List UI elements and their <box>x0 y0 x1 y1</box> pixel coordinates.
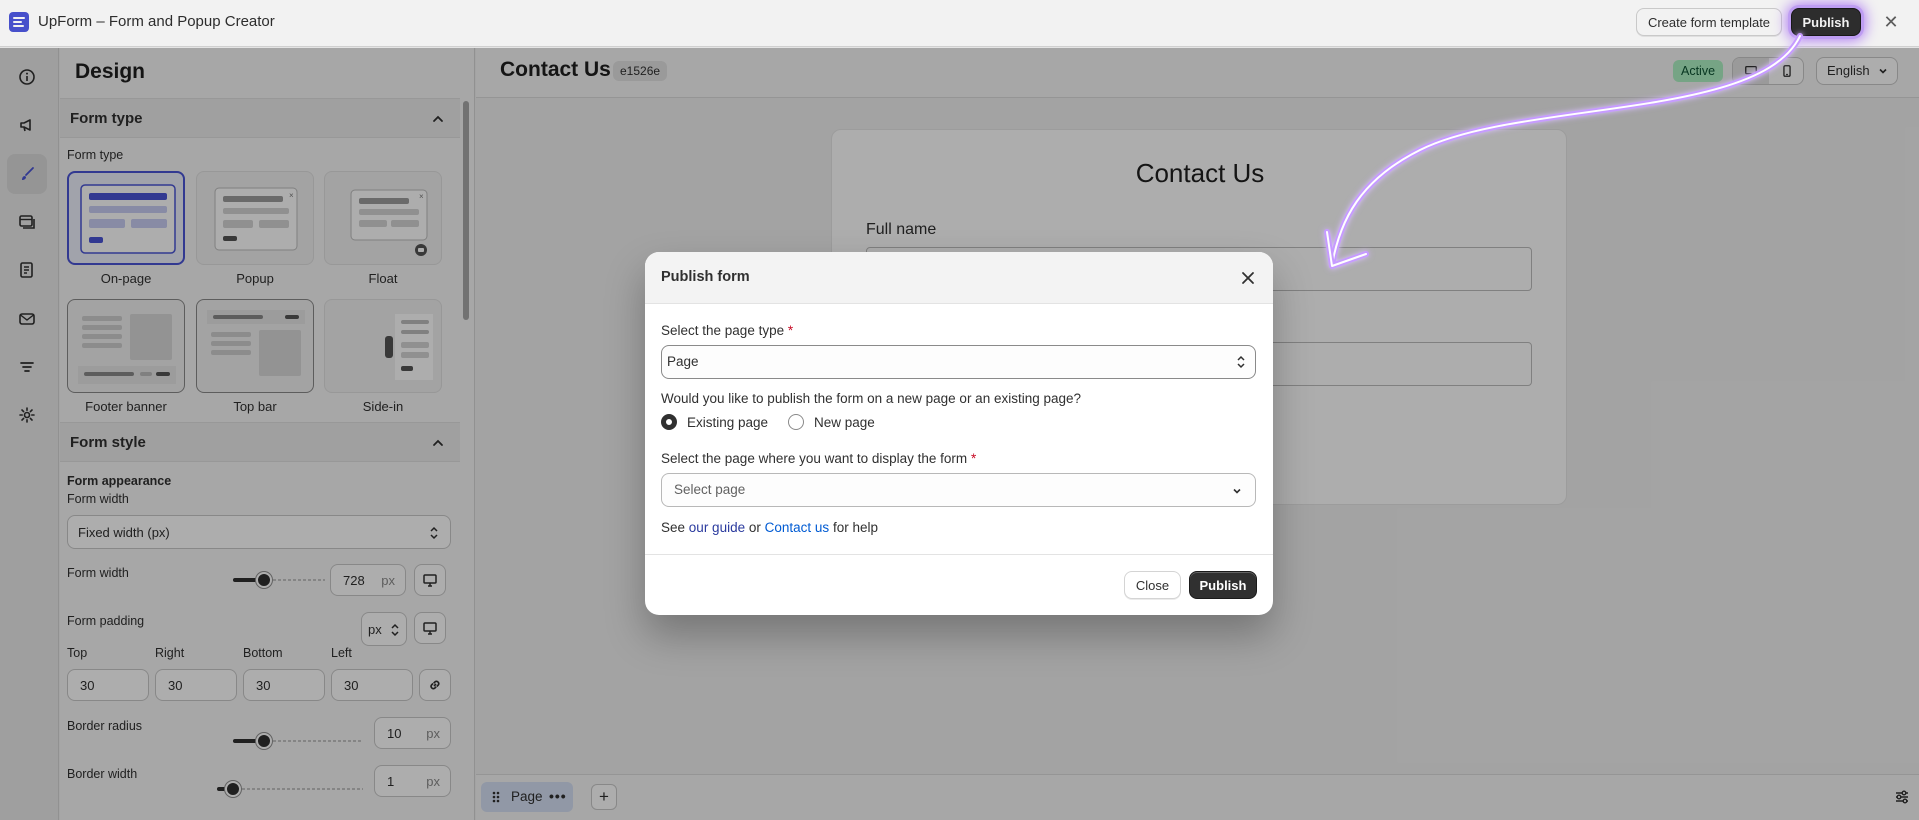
help-or: or <box>748 520 761 535</box>
help-prefix: See <box>661 520 686 535</box>
page-type-value: Page <box>667 354 699 369</box>
required-mark: * <box>970 451 977 466</box>
dialog-title: Publish form <box>661 269 750 285</box>
target-page-placeholder: Select page <box>674 482 746 497</box>
chevron-down-icon <box>1233 488 1241 494</box>
new-page-radio[interactable] <box>788 414 804 430</box>
help-text: See our guide or Contact us for help <box>661 520 878 535</box>
publish-form-dialog: Publish form Select the page type * Page… <box>645 252 1273 615</box>
dialog-publish-button[interactable]: Publish <box>1189 571 1257 599</box>
dialog-header: Publish form <box>645 252 1273 304</box>
close-icon[interactable] <box>1238 268 1258 288</box>
required-mark: * <box>787 323 794 338</box>
dialog-footer-divider <box>645 554 1273 555</box>
new-page-label[interactable]: New page <box>814 415 875 430</box>
modal-backdrop-top <box>0 0 1919 48</box>
page-type-label: Select the page type * <box>661 323 794 338</box>
close-button[interactable]: Close <box>1124 571 1181 599</box>
publish-question: Would you like to publish the form on a … <box>661 391 1082 406</box>
contact-us-link[interactable]: Contact us <box>765 520 830 535</box>
target-page-select[interactable]: Select page <box>661 473 1256 507</box>
help-suffix: for help <box>832 520 878 535</box>
our-guide-link[interactable]: our guide <box>689 520 745 535</box>
existing-page-label[interactable]: Existing page <box>687 415 768 430</box>
select-arrows-icon <box>1237 355 1245 369</box>
target-page-label: Select the page where you want to displa… <box>661 451 977 466</box>
page-type-select[interactable]: Page <box>661 345 1256 379</box>
existing-page-radio[interactable] <box>661 414 677 430</box>
